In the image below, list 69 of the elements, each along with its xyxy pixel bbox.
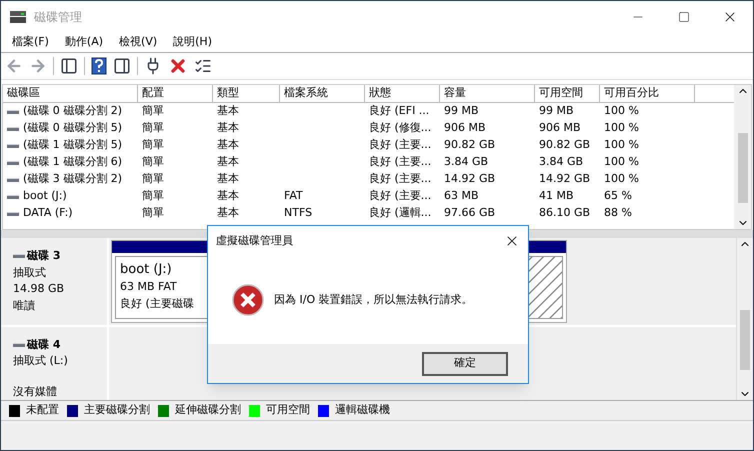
table-cell-text: 簡單 xyxy=(142,154,164,170)
table-cell-text: 63 MB xyxy=(444,188,479,204)
table-cell-text: 100 % xyxy=(604,171,639,188)
table-cell-text: boot (J:) xyxy=(23,188,67,204)
partition-name: boot (J:) xyxy=(120,261,172,278)
disk-name: 磁碟 4 xyxy=(27,336,60,352)
table-cell-text: 簡單 xyxy=(142,120,164,136)
table-cell-text: 良好 (修復... xyxy=(369,120,432,136)
table-cell-text: (磁碟 3 磁碟分割 2) xyxy=(23,171,122,188)
legend-label: 延伸磁碟分割 xyxy=(175,402,241,418)
dialog-title: 虛擬磁碟管理員 xyxy=(216,232,293,249)
partition-size: 63 MB FAT xyxy=(120,279,177,295)
table-cell-text: 基本 xyxy=(217,103,239,120)
table-cell-text: (磁碟 1 磁碟分割 6) xyxy=(23,154,122,170)
disk-status: 唯讀 xyxy=(13,298,36,314)
table-cell-text: 簡單 xyxy=(142,137,164,154)
table-cell-text: 100 % xyxy=(604,154,639,170)
table-cell-text: 基本 xyxy=(217,154,239,170)
table-cell-text: (磁碟 0 磁碟分割 2) xyxy=(23,103,122,120)
table-cell-text: 良好 (主要... xyxy=(369,137,432,154)
table-cell-text: 99 MB xyxy=(444,103,479,120)
table-cell-text: 基本 xyxy=(217,205,239,222)
table-cell-text: 簡單 xyxy=(142,205,164,222)
disk-type: 抽取式 xyxy=(13,264,47,280)
table-cell-text: 41 MB xyxy=(539,188,574,204)
table-cell-text: 100 % xyxy=(604,120,639,136)
table-cell-text: 100 % xyxy=(604,103,639,120)
table-cell-text: 良好 (邏輯... xyxy=(369,205,432,222)
disk-status: 沒有媒體 xyxy=(13,384,58,400)
legend-label: 主要磁碟分割 xyxy=(84,402,150,418)
table-cell-text: 基本 xyxy=(217,171,239,188)
error-message: 因為 I/O 裝置錯誤，所以無法執行請求。 xyxy=(274,292,473,308)
table-cell-text: (磁碟 0 磁碟分割 5) xyxy=(23,120,122,136)
table-cell-text: 90.82 GB xyxy=(444,137,496,154)
table-cell-text: 906 MB xyxy=(539,120,581,136)
legend-label: 可用空間 xyxy=(266,402,310,418)
legend-label: 未配置 xyxy=(26,402,59,418)
table-cell-text: DATA (F:) xyxy=(23,205,73,222)
disk-type: 抽取式 (L:) xyxy=(13,353,69,369)
table-cell-text: 良好 (EFI ... xyxy=(369,103,430,120)
table-cell-text: 簡單 xyxy=(142,171,164,188)
table-cell-text: NTFS xyxy=(284,205,312,222)
disk-name: 磁碟 3 xyxy=(27,248,60,264)
table-cell-text: 良好 (主要... xyxy=(369,154,432,170)
table-cell-text: 基本 xyxy=(217,188,239,204)
table-cell-text: 3.84 GB xyxy=(444,154,488,170)
table-cell-text: 90.82 GB xyxy=(539,137,590,154)
table-cell-text: 簡單 xyxy=(142,188,164,204)
table-cell-text: 簡單 xyxy=(142,103,164,120)
table-cell-text: 97.66 GB xyxy=(444,205,496,222)
table-cell-text: 906 MB xyxy=(444,120,486,136)
window-title: 磁碟管理 xyxy=(34,9,82,26)
partition-status: 良好 (主要磁碟 xyxy=(120,296,194,312)
table-cell-text: 良好 (主要... xyxy=(369,188,432,204)
table-cell-text: 良好 (主要... xyxy=(369,171,432,188)
table-cell-text: 86.10 GB xyxy=(539,205,590,222)
table-cell-text: (磁碟 1 磁碟分割 5) xyxy=(23,137,122,154)
table-cell-text: 65 % xyxy=(604,188,632,204)
legend-label: 邏輯磁碟機 xyxy=(335,402,390,418)
table-cell-text: 基本 xyxy=(217,137,239,154)
table-cell-text: 基本 xyxy=(217,120,239,136)
disk-size: 14.98 GB xyxy=(13,281,66,297)
table-cell-text: 99 MB xyxy=(539,103,574,120)
table-cell-text: 14.92 GB xyxy=(539,171,590,188)
table-cell-text: 100 % xyxy=(604,137,639,154)
table-cell-text: 14.92 GB xyxy=(444,171,496,188)
table-cell-text: 88 % xyxy=(604,205,632,222)
table-cell-text: FAT xyxy=(284,188,303,204)
table-cell-text: 3.84 GB xyxy=(539,154,584,170)
